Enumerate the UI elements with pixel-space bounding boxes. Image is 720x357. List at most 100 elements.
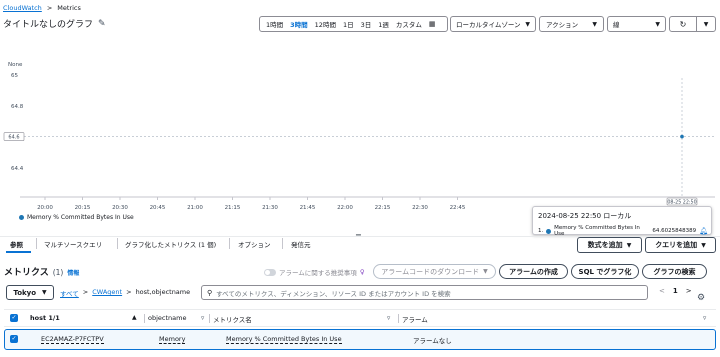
crumb-dimension: host,objectname xyxy=(135,288,191,296)
row-checkbox[interactable]: ✓ xyxy=(10,335,18,343)
chevron-right-icon: > xyxy=(82,288,89,296)
namespace-breadcrumb: すべて > CWAgent > host,objectname xyxy=(60,288,190,298)
calendar-icon[interactable]: ▦ xyxy=(429,20,436,28)
col-host[interactable]: host 1/1 xyxy=(30,314,60,322)
cell-host[interactable]: EC2AMAZ-P7FCTPV xyxy=(41,335,104,344)
hover-y-value: 64.6 xyxy=(8,135,19,141)
timezone-label: ローカルタイムゾーン xyxy=(456,21,521,29)
download-alarm-code-label: アラームコードのダウンロード xyxy=(381,267,480,276)
range-3d[interactable]: 3日 xyxy=(361,19,372,29)
page-number[interactable]: 1 xyxy=(673,287,678,295)
tab-options[interactable]: オプション xyxy=(238,239,271,249)
tab-source[interactable]: 発信元 xyxy=(291,239,311,249)
breadcrumb: CloudWatch > Metrics xyxy=(3,4,81,12)
tooltip-swatch xyxy=(546,228,552,234)
col-alarm[interactable]: アラーム xyxy=(402,314,428,324)
y-axis-label: None xyxy=(8,62,23,68)
create-alarm-button[interactable]: アラームの作成 xyxy=(499,264,568,279)
chevron-right-icon: > xyxy=(126,288,132,296)
breadcrumb-current: Metrics xyxy=(57,4,81,12)
search-icon: ⚲ xyxy=(207,288,213,297)
x-tick-label: 21:00 xyxy=(187,205,203,211)
tab-graphed-metrics[interactable]: グラフ化したメトリクス (1 個) xyxy=(125,239,216,249)
legend-swatch xyxy=(19,215,24,220)
graph-search-button[interactable]: グラフの検索 xyxy=(642,264,707,279)
range-3h[interactable]: 3時間 xyxy=(290,19,308,29)
x-tick-label: 20:30 xyxy=(112,205,128,211)
breadcrumb-separator: > xyxy=(46,4,53,12)
alarm-toggle-label: アラームに関する推奨事項 xyxy=(279,269,357,277)
timezone-select[interactable]: ローカルタイムゾーン ▼ xyxy=(450,16,536,32)
sort-asc-icon[interactable]: ▲ xyxy=(132,314,137,321)
add-query-button[interactable]: クエリを追加 ▼ xyxy=(645,237,716,253)
bell-icon[interactable]: 🔔︎ xyxy=(699,227,708,235)
filter-caret-icon[interactable]: ▿ xyxy=(703,314,706,322)
crumb-all[interactable]: すべて xyxy=(60,288,79,298)
settings-gear-icon[interactable]: ⚙ xyxy=(697,293,705,303)
data-tooltip: 2024-08-25 22:50 ローカル 1. Memory % Commit… xyxy=(532,206,712,237)
cell-alarm: アラームなし xyxy=(413,337,452,345)
col-objectname[interactable]: objectname xyxy=(148,314,186,322)
filter-caret-icon[interactable]: ▿ xyxy=(387,314,390,322)
data-point xyxy=(680,134,684,139)
next-page-icon[interactable]: > xyxy=(686,287,692,295)
range-custom[interactable]: カスタム xyxy=(396,19,422,29)
metrics-search-input[interactable]: ⚲ すべてのメトリクス、ディメンション、リソース ID またはアカウント ID … xyxy=(201,285,648,300)
breadcrumb-cloudwatch[interactable]: CloudWatch xyxy=(3,4,42,12)
tab-browse[interactable]: 参照 xyxy=(10,239,23,249)
caret-down-icon: ▼ xyxy=(42,289,47,296)
x-tick-label: 21:30 xyxy=(262,205,278,211)
region-select[interactable]: Tokyo ▼ xyxy=(6,285,54,300)
tab-multi-source[interactable]: マルチソースクエリ xyxy=(44,239,102,249)
add-math-button[interactable]: 数式を追加 ▼ xyxy=(577,237,642,253)
alarm-recommendation-toggle[interactable]: アラームに関する推奨事項 ♀ xyxy=(264,267,365,277)
graph-title: タイトルなしのグラフ xyxy=(3,20,94,30)
add-math-label: 数式を追加 xyxy=(587,241,623,249)
tooltip-title: 2024-08-25 22:50 ローカル xyxy=(538,212,632,220)
col-metric-name[interactable]: メトリクス名 xyxy=(213,314,252,324)
pagination: < 1 > xyxy=(659,287,692,295)
metrics-title: メトリクス xyxy=(4,268,49,278)
select-all-checkbox[interactable]: ✓ xyxy=(10,314,18,322)
actions-label: アクション xyxy=(546,21,579,29)
graph-sql-button[interactable]: SQL でグラフ化 xyxy=(571,264,639,279)
x-tick-label: 22:45 xyxy=(450,205,466,211)
filter-caret-icon[interactable]: ▿ xyxy=(201,314,204,322)
range-12h[interactable]: 12時間 xyxy=(315,19,336,29)
x-tick-label: 22:30 xyxy=(412,205,428,211)
range-1d[interactable]: 1日 xyxy=(343,19,354,29)
info-link[interactable]: 情報 xyxy=(67,268,79,277)
chart-type-select[interactable]: 線 ▼ xyxy=(607,16,666,32)
crumb-cwagent[interactable]: CWAgent xyxy=(92,288,122,298)
graph-sql-label: SQL でグラフ化 xyxy=(578,267,632,276)
actions-button[interactable]: アクション ▼ xyxy=(539,16,604,32)
prev-page-icon[interactable]: < xyxy=(659,287,665,295)
caret-down-icon: ▼ xyxy=(703,20,709,28)
table-row[interactable] xyxy=(4,329,716,350)
chart: None 65 64.8 64.6 64.4 20:00 20:15 20:30 20:45 21… xyxy=(3,62,715,211)
caret-down-icon: ▼ xyxy=(483,268,488,275)
search-placeholder: すべてのメトリクス、ディメンション、リソース ID またはアカウント ID を検… xyxy=(216,289,451,298)
caret-down-icon: ▼ xyxy=(655,20,660,28)
caret-down-icon: ▼ xyxy=(626,241,632,249)
graph-search-label: グラフの検索 xyxy=(653,267,696,276)
x-tick-label: 20:15 xyxy=(75,205,91,211)
caret-down-icon: ▼ xyxy=(525,20,530,28)
x-tick-label: 22:00 xyxy=(337,205,353,211)
time-range-selector: 1時間 3時間 12時間 1日 3日 1週 カスタム ▦ xyxy=(259,16,448,32)
x-tick-label: 20:45 xyxy=(150,205,166,211)
range-1w[interactable]: 1週 xyxy=(378,19,389,29)
metrics-count: (1) xyxy=(52,268,64,277)
refresh-button[interactable]: ↻ ▼ xyxy=(669,16,716,32)
hover-x-value: 08-25 22:50 xyxy=(667,200,696,206)
x-tick-label: 20:00 xyxy=(37,205,53,211)
caret-down-icon: ▼ xyxy=(701,241,706,249)
range-1h[interactable]: 1時間 xyxy=(266,19,283,29)
download-alarm-code-button[interactable]: アラームコードのダウンロード ▼ xyxy=(373,264,496,279)
edit-title-icon[interactable]: ✎ xyxy=(98,19,106,29)
cell-metric-name[interactable]: Memory % Committed Bytes In Use xyxy=(226,335,342,344)
chart-legend: Memory % Committed Bytes In Use xyxy=(19,214,134,221)
cell-objectname[interactable]: Memory xyxy=(159,335,186,344)
table-header-row xyxy=(4,309,716,327)
chart-type-label: 線 xyxy=(613,21,620,29)
